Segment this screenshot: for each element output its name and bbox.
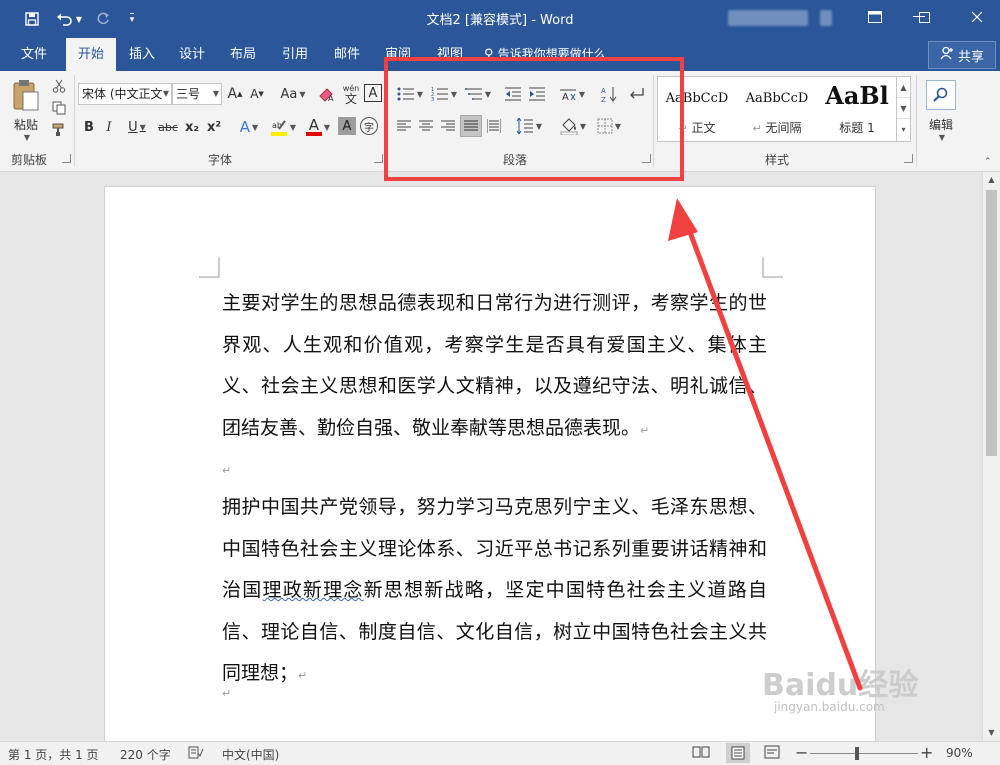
- enclose-characters-button[interactable]: 字: [360, 117, 378, 135]
- strikethrough-button[interactable]: abc: [156, 117, 180, 137]
- ribbon-display-options-icon[interactable]: [852, 0, 898, 34]
- watermark-url: jingyan.baidu.com: [774, 700, 885, 714]
- group-separator: [74, 75, 75, 167]
- title-bar: ▼ ▾ 文档2 [兼容模式] - Word: [0, 0, 1000, 38]
- tab-layout[interactable]: 布局: [221, 38, 265, 71]
- font-group-label: 字体: [207, 153, 232, 167]
- styles-dialog-launcher[interactable]: [904, 154, 913, 163]
- zoom-out-button[interactable]: −: [795, 743, 808, 762]
- vertical-scrollbar[interactable]: ▲ ▼: [982, 172, 1000, 741]
- styles-gallery-scroll[interactable]: ▲ ▼ ▾: [897, 76, 911, 142]
- character-shading-button[interactable]: A: [338, 117, 356, 135]
- svg-text:A: A: [328, 94, 334, 102]
- account-avatar: [820, 10, 832, 26]
- grammar-squiggle[interactable]: 理政新理念: [262, 579, 363, 601]
- font-size-combo[interactable]: 三号 ▼: [172, 83, 222, 105]
- tab-home[interactable]: 开始: [66, 38, 116, 71]
- group-separator: [916, 75, 917, 167]
- clipboard-group-label: 剪贴板: [10, 153, 47, 167]
- document-page[interactable]: 主要对学生的思想品德表现和日常行为进行测评，考察学生的世界观、人生观和价值观，考…: [104, 186, 876, 741]
- person-icon: [940, 46, 954, 64]
- character-border-button[interactable]: A: [364, 84, 382, 102]
- document-area: 主要对学生的思想品德表现和日常行为进行测评，考察学生的世界观、人生观和价值观，考…: [0, 172, 982, 741]
- page-count[interactable]: 第 1 页，共 1 页: [8, 746, 99, 763]
- shrink-font-button[interactable]: A ▼: [248, 84, 266, 104]
- clipboard-dialog-launcher[interactable]: [62, 154, 71, 163]
- superscript-button[interactable]: x²: [204, 117, 224, 137]
- collapse-ribbon-icon[interactable]: ⌃: [984, 157, 992, 167]
- word-count[interactable]: 220 个字: [120, 746, 171, 763]
- paste-icon: [13, 80, 39, 111]
- change-case-button[interactable]: Aa ▼: [276, 84, 310, 104]
- format-painter-icon[interactable]: [50, 121, 68, 139]
- paste-button[interactable]: 粘贴 ▼: [6, 75, 46, 145]
- clear-formatting-icon[interactable]: A: [316, 83, 338, 105]
- margin-corner-mark: [762, 257, 783, 278]
- tab-design[interactable]: 设计: [170, 38, 214, 71]
- grow-font-button[interactable]: A ▲: [226, 84, 244, 104]
- copy-icon[interactable]: [50, 99, 68, 117]
- highlighter-icon: ab: [270, 120, 287, 136]
- tab-file[interactable]: 文件: [8, 38, 60, 71]
- scroll-up-icon[interactable]: ▲: [983, 172, 1000, 188]
- language-indicator[interactable]: 中文(中国): [222, 746, 279, 763]
- subscript-button[interactable]: x₂: [182, 117, 202, 137]
- italic-button[interactable]: I: [100, 117, 118, 137]
- underline-button[interactable]: U ▼: [122, 117, 152, 137]
- tab-mailings[interactable]: 邮件: [325, 38, 369, 71]
- zoom-in-button[interactable]: +: [920, 743, 933, 762]
- share-button[interactable]: 共享: [928, 41, 996, 69]
- read-mode-icon[interactable]: [692, 745, 710, 762]
- font-color-swatch: [305, 132, 322, 136]
- font-name-combo[interactable]: 宋体 (中文正文 ▼: [78, 83, 172, 105]
- phonetic-guide-button[interactable]: wén 文: [340, 81, 362, 107]
- search-icon: [926, 80, 956, 110]
- close-icon[interactable]: [954, 0, 1000, 34]
- bold-button[interactable]: B: [80, 117, 98, 137]
- scroll-down-icon[interactable]: ▼: [983, 725, 1000, 741]
- zoom-slider-track[interactable]: [810, 753, 918, 754]
- account-name: [728, 10, 808, 26]
- proofing-icon[interactable]: [188, 746, 204, 763]
- document-paragraph-1[interactable]: 主要对学生的思想品德表现和日常行为进行测评，考察学生的世界观、人生观和价值观，考…: [222, 283, 767, 451]
- scroll-thumb[interactable]: [986, 190, 997, 456]
- window-title: 文档2 [兼容模式] - Word: [426, 13, 574, 28]
- baidu-logo: Baidu经验: [762, 668, 919, 703]
- chevron-up-icon[interactable]: ▲: [897, 77, 910, 98]
- cut-icon[interactable]: [50, 77, 68, 95]
- web-layout-icon[interactable]: [764, 745, 780, 762]
- styles-gallery: AaBbCcD ↵ 正文 AaBbCcD ↵ 无间隔 AaBl 标题 1: [657, 76, 897, 142]
- font-dialog-launcher[interactable]: [374, 154, 383, 163]
- paragraph-mark: ↵: [222, 464, 232, 477]
- maximize-icon[interactable]: [904, 0, 944, 34]
- print-layout-icon[interactable]: [726, 743, 750, 763]
- zoom-level[interactable]: 90%: [946, 746, 973, 760]
- tab-references[interactable]: 引用: [273, 38, 317, 71]
- editing-button[interactable]: 编辑 ▼: [922, 75, 960, 147]
- baidu-watermark: Baidu经验 jingyan.baidu.com: [762, 660, 952, 720]
- margin-corner-mark: [199, 257, 220, 278]
- document-paragraph-2[interactable]: 拥护中国共产党领导，努力学习马克思列宁主义、毛泽东思想、中国特色社会主义理论体系…: [222, 487, 767, 697]
- zoom-slider-thumb[interactable]: [855, 747, 859, 760]
- styles-group-label: 样式: [764, 153, 789, 167]
- font-color-button[interactable]: A ▼: [302, 115, 334, 139]
- chevron-down-icon[interactable]: ▼: [897, 98, 910, 119]
- gallery-more-icon[interactable]: ▾: [897, 119, 910, 140]
- style-no-spacing[interactable]: AaBbCcD ↵ 无间隔: [738, 77, 816, 141]
- paragraph-mark: ↵: [222, 687, 232, 700]
- highlight-color-button[interactable]: ab ▼: [266, 115, 300, 139]
- text-effects-button[interactable]: A ▼: [234, 117, 264, 137]
- style-heading-1[interactable]: AaBl 标题 1: [818, 77, 896, 141]
- status-bar: 第 1 页，共 1 页 220 个字 中文(中国) − + 90%: [0, 741, 1000, 765]
- tab-insert[interactable]: 插入: [120, 38, 164, 71]
- annotation-highlight-box: [384, 57, 684, 181]
